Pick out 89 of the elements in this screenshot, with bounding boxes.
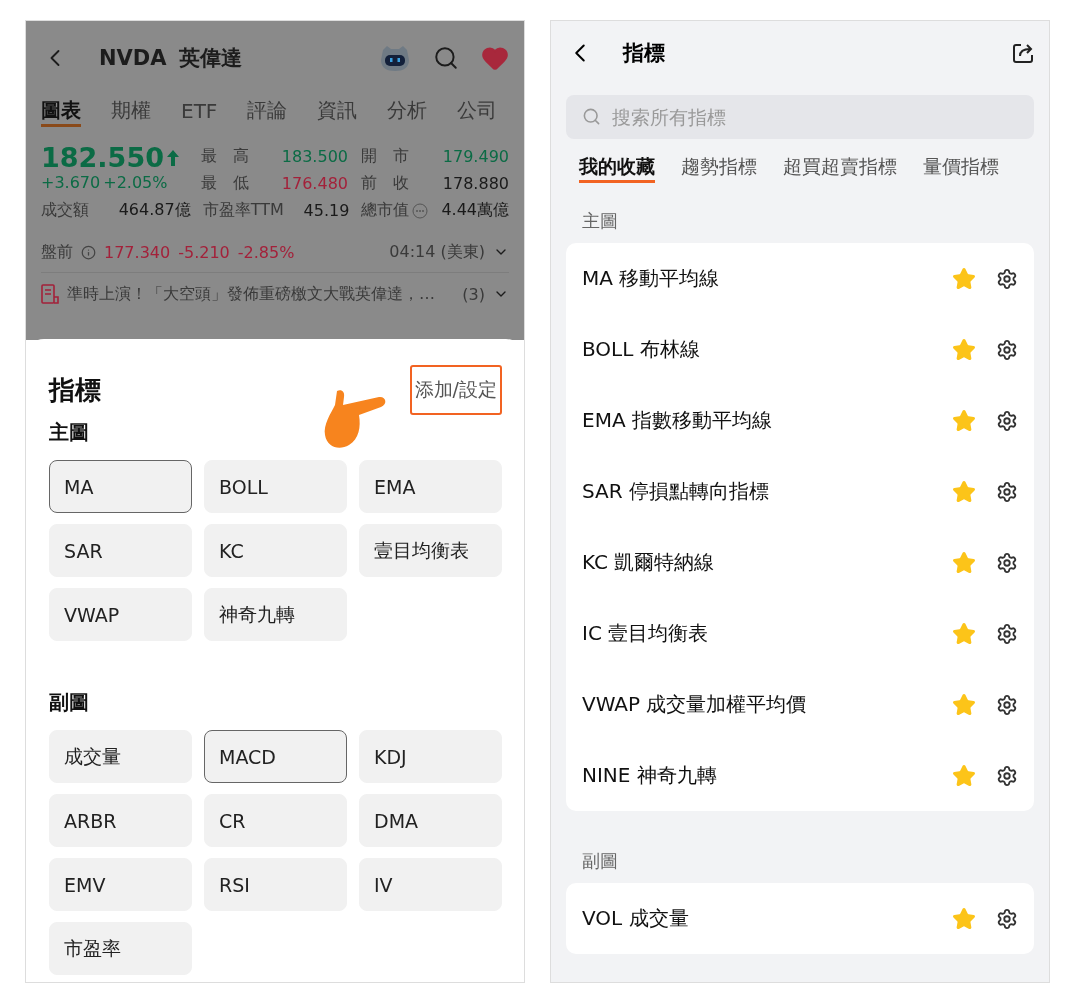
indicator-chip[interactable]: VWAP [49, 588, 192, 641]
stat-label: 前 收 [361, 173, 409, 194]
settings-icon[interactable] [996, 338, 1018, 361]
stock-name: 英偉達 [178, 45, 242, 72]
star-icon[interactable] [952, 479, 976, 504]
search-icon[interactable] [433, 45, 459, 71]
indicator-name: VWAP 成交量加權平均價 [582, 691, 808, 718]
settings-icon[interactable] [996, 267, 1018, 290]
star-icon[interactable] [952, 692, 976, 717]
section-title: 副圖 [49, 689, 90, 716]
price-change: +3.670 [41, 173, 101, 192]
indicator-name: EMA 指數移動平均線 [582, 407, 773, 434]
stat-value: 178.880 [442, 174, 509, 193]
indicator-chip[interactable]: SAR [49, 524, 192, 577]
settings-icon[interactable] [996, 551, 1018, 574]
stock-symbol: NVDA [99, 46, 167, 70]
stat-label: 最 高 [201, 146, 249, 167]
stat-value: 179.490 [442, 147, 509, 166]
settings-icon[interactable] [996, 409, 1018, 432]
star-icon[interactable] [952, 621, 976, 646]
stat-label: 開 市 [361, 146, 409, 167]
indicator-chip[interactable]: ARBR [49, 794, 192, 847]
indicator-name: IC 壹目均衡表 [582, 620, 710, 647]
indicator-name: SAR 停損點轉向指標 [582, 478, 770, 505]
star-icon[interactable] [952, 550, 976, 575]
star-icon[interactable] [952, 408, 976, 433]
indicator-chip[interactable]: 神奇九轉 [204, 588, 347, 641]
section-title: 主圖 [581, 209, 619, 233]
sheet-title: 指標 [49, 373, 101, 407]
indicator-chip[interactable]: MA [49, 460, 192, 513]
indicator-chip[interactable]: EMA [359, 460, 502, 513]
indicator-name: BOLL 布林線 [582, 336, 701, 363]
tab[interactable]: 圖表 [41, 97, 81, 127]
settings-icon[interactable] [996, 480, 1018, 503]
stat-value: 4.44萬億 [441, 200, 509, 221]
indicator-chip[interactable]: DMA [359, 794, 502, 847]
robot-icon[interactable] [379, 44, 411, 72]
tab[interactable]: 我的收藏 [579, 154, 655, 184]
settings-icon[interactable] [996, 764, 1018, 787]
stat-label: 最 低 [201, 173, 249, 194]
indicator-name: MA 移動平均線 [582, 265, 721, 292]
indicator-chip[interactable]: KDJ [359, 730, 502, 783]
price-percent: +2.05% [103, 173, 168, 192]
stat-value: 176.480 [281, 174, 348, 193]
tab[interactable]: 趨勢指標 [681, 154, 757, 184]
page-title: 指標 [623, 39, 665, 67]
indicator-chip[interactable]: KC [204, 524, 347, 577]
premarket-time: 04:14 (美東) [389, 241, 485, 263]
indicator-chip[interactable]: EMV [49, 858, 192, 911]
section-title: 副圖 [581, 849, 619, 873]
stat-label: 成交額 [41, 200, 89, 221]
section-title: 主圖 [49, 419, 90, 446]
stat-label: 總市值 [361, 200, 410, 221]
star-icon[interactable] [952, 266, 976, 291]
stat-value: 183.500 [281, 147, 348, 166]
indicator-chip[interactable]: CR [204, 794, 347, 847]
indicator-name: VOL 成交量 [582, 905, 690, 932]
star-icon[interactable] [952, 763, 976, 788]
indicator-chip[interactable]: 市盈率 [49, 922, 192, 975]
indicator-chip[interactable]: MACD [204, 730, 347, 783]
tab[interactable]: 量價指標 [923, 154, 999, 184]
search-field[interactable]: 搜索所有指標 [566, 94, 1034, 139]
indicator-chip[interactable]: BOLL [204, 460, 347, 513]
settings-icon[interactable] [996, 622, 1018, 645]
stat-value: 45.19 [303, 201, 350, 220]
star-icon[interactable] [952, 337, 976, 362]
tab[interactable]: 超買超賣指標 [783, 154, 897, 184]
add-settings-button[interactable]: 添加/設定 [409, 365, 502, 415]
settings-icon[interactable] [996, 907, 1018, 930]
document-icon [41, 284, 59, 304]
premarket-price: 177.340 [104, 242, 171, 262]
search-icon [582, 106, 601, 126]
indicator-name: KC 凱爾特納線 [582, 549, 716, 576]
up-arrow-icon [167, 150, 179, 166]
news-count: (3) [462, 284, 485, 304]
premarket-change: -5.210 [178, 242, 230, 262]
indicator-chip[interactable]: IV [359, 858, 502, 911]
premarket-percent: -2.85% [237, 242, 295, 262]
premarket-label: 盤前 [41, 241, 73, 263]
info-icon[interactable] [81, 244, 96, 260]
stock-price: 182.550 [41, 143, 164, 173]
settings-icon[interactable] [996, 693, 1018, 716]
stat-label: 市盈率TTM [202, 200, 284, 221]
indicator-chip[interactable]: RSI [204, 858, 347, 911]
stat-value: 464.87億 [118, 200, 191, 221]
indicator-name: NINE 神奇九轉 [582, 762, 718, 789]
indicator-chip[interactable]: 壹目均衡表 [359, 524, 502, 577]
star-icon[interactable] [952, 906, 976, 931]
indicator-chip[interactable]: 成交量 [49, 730, 192, 783]
